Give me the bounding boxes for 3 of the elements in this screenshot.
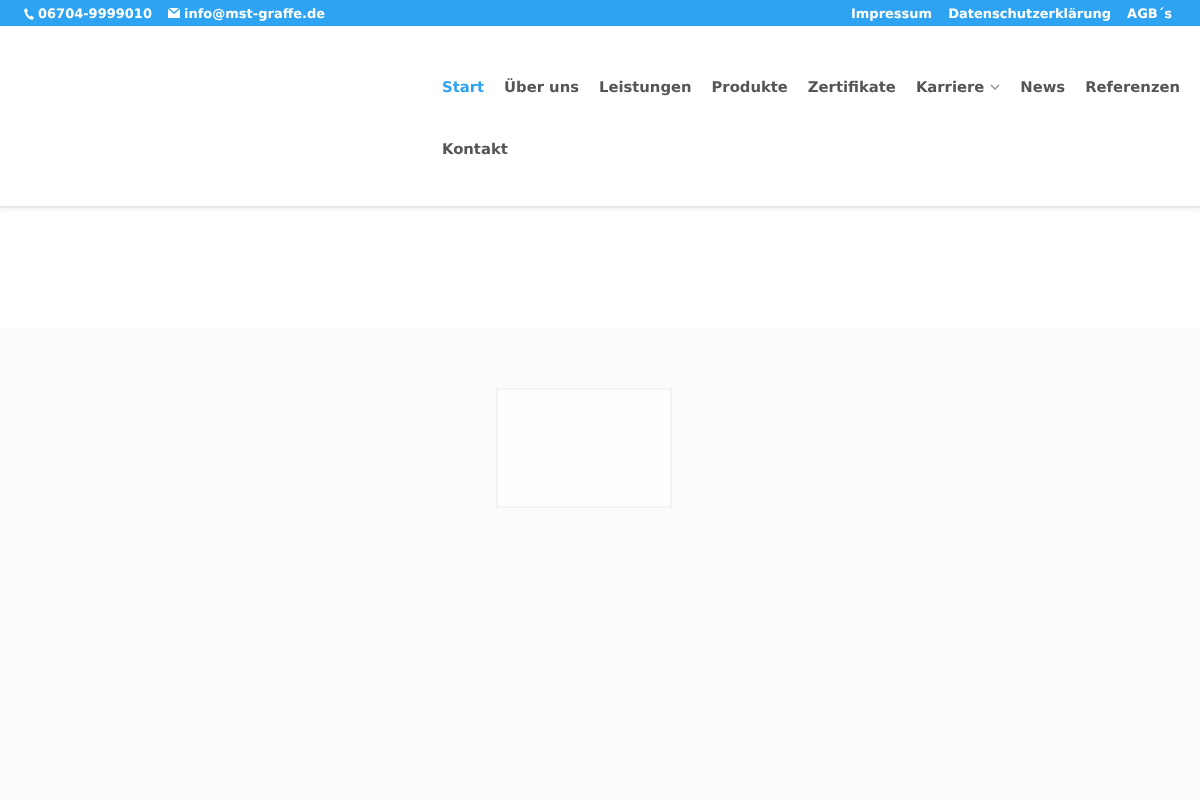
chevron-down-icon (990, 84, 1001, 90)
envelope-icon (167, 8, 180, 18)
phone-icon (24, 7, 34, 19)
